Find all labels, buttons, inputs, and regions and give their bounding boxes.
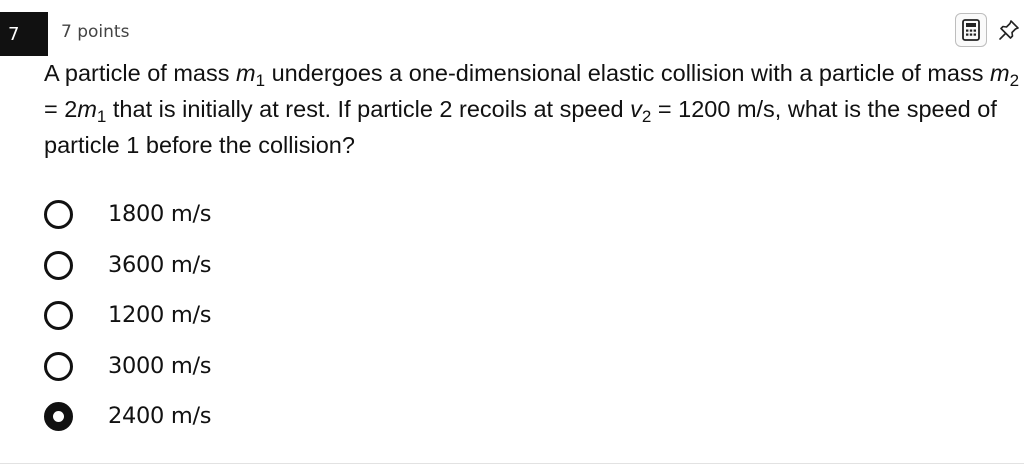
question-text-part: undergoes a one-dimensional elastic coll…	[265, 60, 991, 86]
question-number: 7	[0, 12, 48, 56]
answer-option[interactable]: 1200 m/s	[44, 291, 444, 339]
sub-1: 1	[255, 71, 266, 90]
answer-option[interactable]: 1800 m/s	[44, 190, 444, 238]
question-text-part: A particle of mass	[44, 60, 236, 86]
answer-option[interactable]: 3000 m/s	[44, 342, 444, 390]
radio-button[interactable]	[44, 351, 73, 381]
answer-option[interactable]: 3600 m/s	[44, 241, 444, 289]
question-text-part: that is initially at rest. If particle 2…	[106, 96, 631, 122]
divider	[0, 463, 1024, 464]
radio-button[interactable]	[44, 199, 73, 229]
answer-option-label: 2400 m/s	[108, 403, 212, 429]
sub-2: 2	[1009, 71, 1020, 90]
question-text-part: = 2	[44, 96, 78, 122]
question-text: A particle of mass m1 undergoes a one-di…	[44, 55, 1022, 163]
pin-button[interactable]	[993, 13, 1024, 47]
answer-option-label: 3000 m/s	[108, 353, 212, 379]
sub-2: 2	[641, 107, 652, 126]
answer-option-label: 3600 m/s	[108, 252, 212, 278]
points-label: 7 points	[61, 22, 130, 42]
var-m1: m	[236, 60, 256, 86]
answer-option-label: 1200 m/s	[108, 302, 212, 328]
radio-button[interactable]	[44, 250, 73, 280]
answer-option-label: 1800 m/s	[108, 201, 212, 227]
pin-icon	[999, 20, 1019, 40]
calculator-icon	[962, 19, 980, 41]
answer-option[interactable]: 2400 m/s	[44, 392, 444, 440]
radio-button[interactable]	[44, 300, 73, 330]
question-number-text: 7	[8, 23, 20, 45]
calculator-button[interactable]	[955, 13, 987, 47]
sub-1: 1	[96, 107, 107, 126]
radio-button-selected[interactable]	[44, 401, 73, 431]
var-v2: v	[630, 96, 642, 122]
var-m1: m	[77, 96, 97, 122]
var-m2: m	[990, 60, 1010, 86]
